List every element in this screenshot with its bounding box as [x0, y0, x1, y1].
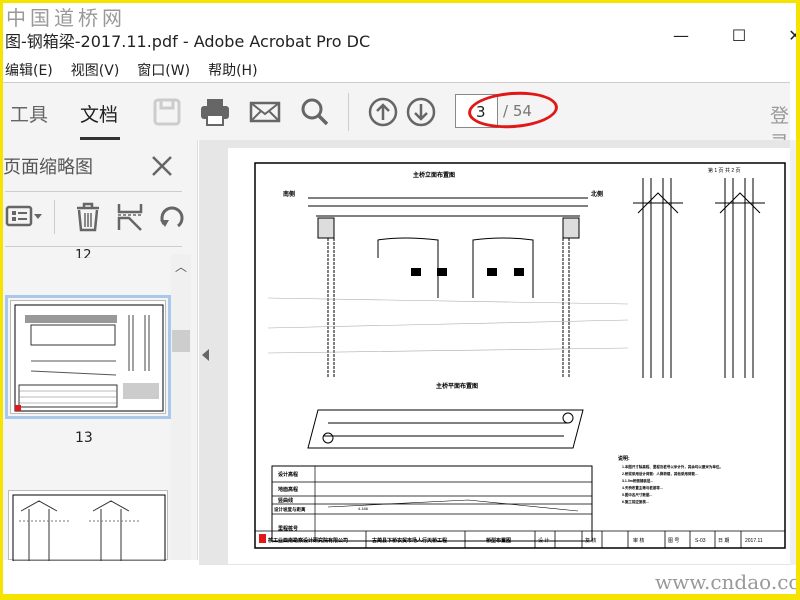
sidebar-scrollbar[interactable]: ︿ — [171, 254, 191, 560]
menu-window[interactable]: 窗口(W) — [137, 60, 190, 80]
review-label: 审 核 — [633, 537, 644, 544]
sheet-number: 第 1 页 共 2 页 — [708, 167, 741, 174]
row-label: 设计坡度与距离 — [274, 506, 306, 513]
note: 1.本图尺寸除高程、里程及桩号以米计外，其余均以厘米为单位。 — [622, 464, 723, 469]
thumbnail-page-14[interactable] — [8, 490, 168, 562]
scrollbar-thumb[interactable] — [172, 330, 190, 352]
page-up-icon[interactable] — [366, 95, 400, 129]
company-logo — [259, 534, 266, 543]
thumbnail-drawing — [12, 494, 166, 562]
menu-bar: 编辑(E) 视图(V) 窗口(W) 帮助(H) — [5, 60, 258, 80]
menu-edit[interactable]: 编辑(E) — [5, 60, 53, 80]
page-down-icon[interactable] — [404, 95, 438, 129]
note: 3.1.5m桥面铺装层... — [622, 478, 653, 483]
company-name: 核工业西南勘察设计研究院有限公司 — [268, 537, 348, 544]
drawing-no: S-03 — [695, 538, 706, 544]
tab-document[interactable]: 文档 — [80, 100, 118, 127]
toolbar-divider — [348, 93, 349, 131]
collapse-sidebar-icon[interactable] — [201, 348, 211, 362]
print-icon[interactable] — [198, 95, 232, 129]
thumbnail-page-13[interactable] — [5, 295, 171, 419]
note: 4.天桥布置主墩与桩基等... — [622, 485, 663, 490]
minimize-button[interactable]: — — [666, 26, 696, 45]
delete-icon[interactable] — [74, 202, 102, 232]
note: 2.桥梁采用设计荷载：人群荷载，其他采用荷载... — [622, 471, 698, 476]
drawing-no-label: 图 号 — [668, 538, 679, 544]
menu-help[interactable]: 帮助(H) — [208, 60, 257, 80]
south-label: 南侧 — [283, 190, 295, 198]
slope-value: 4.186 — [358, 506, 369, 511]
email-icon[interactable] — [248, 95, 282, 129]
engineering-drawing: 主桥立面布置图 南侧 北侧 第 1 页 共 2 页 主桥平面布置图 设计高程 地… — [254, 162, 786, 549]
document-scrollbar[interactable] — [790, 140, 796, 565]
thumbnail-label-12: 12 — [75, 248, 92, 258]
check-label: 复 核 — [585, 537, 596, 544]
thumbnail-label-13: 13 — [75, 430, 93, 446]
pdf-page: 主桥立面布置图 南侧 北侧 第 1 页 共 2 页 主桥平面布置图 设计高程 地… — [228, 148, 790, 564]
save-icon[interactable] — [150, 95, 184, 129]
scroll-up-icon[interactable]: ︿ — [171, 254, 191, 275]
row-label: 竖曲线 — [278, 497, 293, 504]
sidebar-title: 页面缩略图 — [3, 157, 93, 178]
search-icon[interactable] — [298, 95, 332, 129]
extract-page-icon[interactable] — [116, 202, 144, 232]
thumbnail-sidebar: 页面缩略图 12 13 ︿ — [0, 140, 198, 562]
toolbar: 工具 文档 登录 — [0, 82, 790, 154]
plan-title: 主桥平面布置图 — [436, 382, 478, 390]
project-name: 古蔺县下桥农贸市场人行天桥工程 — [372, 537, 447, 544]
thumbnail-drawing — [14, 304, 164, 412]
drawing-name: 桥型布置图 — [486, 537, 511, 544]
watermark-bottom: www.cndao.com — [655, 570, 800, 594]
tab-tools[interactable]: 工具 — [10, 100, 48, 127]
date-label: 日 期 — [718, 538, 729, 544]
design-label: 设 计 — [538, 537, 549, 544]
close-button[interactable]: ✕ — [780, 26, 800, 45]
divider — [5, 246, 182, 247]
close-icon[interactable] — [150, 154, 174, 178]
watermark-top: 中国道桥网 — [6, 6, 126, 30]
thumbnail-options-icon[interactable] — [5, 202, 43, 232]
north-label: 北侧 — [591, 190, 603, 198]
row-label: 地面高程 — [278, 486, 298, 493]
profile-table: 设计高程 地面高程 竖曲线 设计坡度与距离 里程桩号 4.186 — [271, 465, 593, 542]
maximize-button[interactable]: ☐ — [724, 26, 754, 45]
title-block: 核工业西南勘察设计研究院有限公司 古蔺县下桥农贸市场人行天桥工程 桥型布置图 设… — [255, 530, 785, 548]
date-value: 2017.11 — [745, 538, 763, 544]
window-title: 图-钢箱梁-2017.11.pdf - Adobe Acrobat Pro DC — [5, 32, 371, 51]
notes-title: 说明: — [618, 455, 630, 462]
divider — [54, 200, 55, 234]
note: 6.施工前应复核... — [622, 499, 649, 504]
rotate-icon[interactable] — [156, 202, 184, 232]
note: 5.图中各尺寸数据... — [622, 492, 652, 497]
elevation-title: 主桥立面布置图 — [413, 171, 455, 179]
row-label: 设计高程 — [278, 471, 298, 478]
menu-view[interactable]: 视图(V) — [71, 60, 120, 80]
notes: 1.本图尺寸除高程、里程及桩号以米计外，其余均以厘米为单位。 2.桥梁采用设计荷… — [622, 464, 723, 504]
divider — [5, 191, 182, 192]
